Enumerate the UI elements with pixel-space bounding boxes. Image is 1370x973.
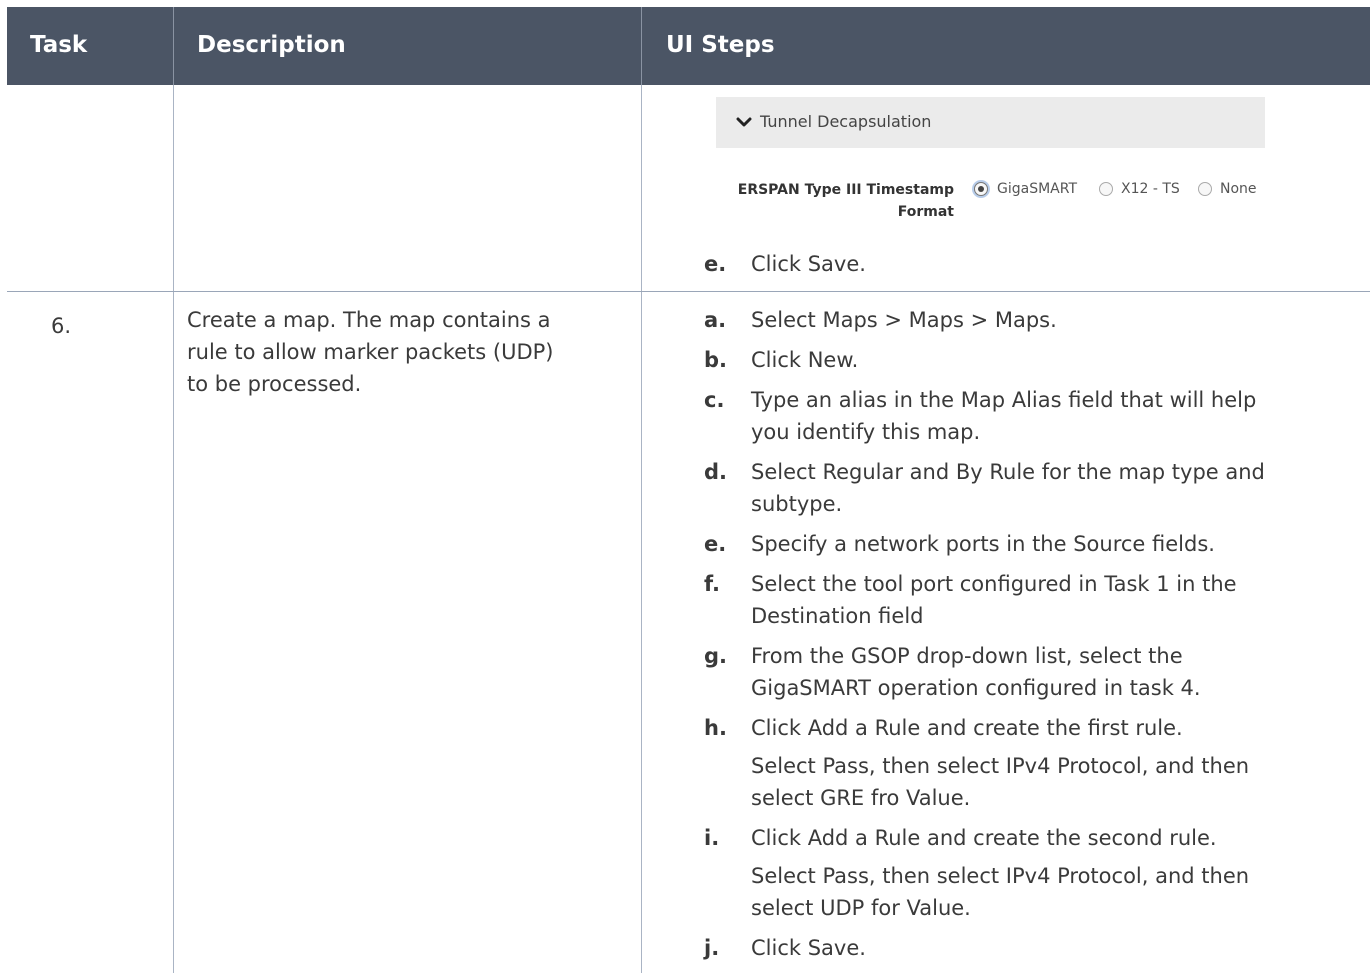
step-subtext: Select Pass, then select IPv4 Protocol, … [751, 864, 1250, 888]
step-text: GigaSMART operation configured in task 4… [751, 676, 1201, 700]
radio-x12-ts[interactable] [1099, 182, 1113, 196]
header-divider [641, 7, 642, 85]
radio-label-x12-ts: X12 - TS [1121, 181, 1180, 197]
task-number: 6. [51, 314, 72, 338]
step-letter: c. [704, 388, 725, 412]
step-letter: a. [704, 308, 727, 332]
step-text: Click New. [751, 348, 859, 372]
radio-gigasmart[interactable] [974, 182, 988, 196]
step-letter: b. [704, 348, 728, 372]
column-divider [173, 85, 174, 973]
radio-label-none: None [1220, 181, 1257, 197]
step-text: Click Add a Rule and create the first ru… [751, 716, 1183, 740]
step-subtext: select UDP for Value. [751, 896, 971, 920]
header-task: Task [30, 32, 88, 58]
section-title: Tunnel Decapsulation [760, 112, 932, 131]
step-text: Click Add a Rule and create the second r… [751, 826, 1217, 850]
step-letter: i. [704, 826, 720, 850]
radio-none[interactable] [1198, 182, 1212, 196]
step-letter: g. [704, 644, 728, 668]
chevron-down-icon [736, 117, 752, 127]
step-text: Click Save. [751, 936, 866, 960]
task-description-line: to be processed. [187, 372, 362, 396]
radio-label-gigasmart: GigaSMART [997, 181, 1078, 197]
header-description: Description [197, 32, 346, 58]
step-text: Click Save. [751, 252, 866, 276]
step-text: Select Maps > Maps > Maps. [751, 308, 1057, 332]
header-divider [173, 7, 174, 85]
step-letter: h. [704, 716, 727, 740]
step-text: Select Regular and By Rule for the map t… [751, 460, 1265, 484]
timestamp-label: ERSPAN Type III Timestamp [737, 182, 954, 198]
step-text: From the GSOP drop-down list, select the [751, 644, 1183, 668]
row-divider [7, 291, 1370, 292]
step-text: Type an alias in the Map Alias field tha… [751, 388, 1257, 412]
step-letter: e. [704, 532, 727, 556]
step-letter: j. [704, 936, 720, 960]
task-description-line: Create a map. The map contains a [187, 308, 551, 332]
step-subtext: Select Pass, then select IPv4 Protocol, … [751, 754, 1250, 778]
step-text: Specify a network ports in the Source fi… [751, 532, 1215, 556]
step-text: Destination field [751, 604, 924, 628]
step-letter: f. [704, 572, 720, 596]
header-ui-steps: UI Steps [666, 32, 775, 58]
step-letter: d. [704, 460, 728, 484]
timestamp-label-cont: Format [897, 204, 954, 220]
step-subtext: select GRE fro Value. [751, 786, 971, 810]
column-divider [641, 85, 642, 973]
step-letter: e. [704, 252, 727, 276]
step-text: Select the tool port configured in Task … [751, 572, 1237, 596]
task-description-line: rule to allow marker packets (UDP) [187, 340, 554, 364]
step-text: subtype. [751, 492, 843, 516]
step-text: you identify this map. [751, 420, 981, 444]
